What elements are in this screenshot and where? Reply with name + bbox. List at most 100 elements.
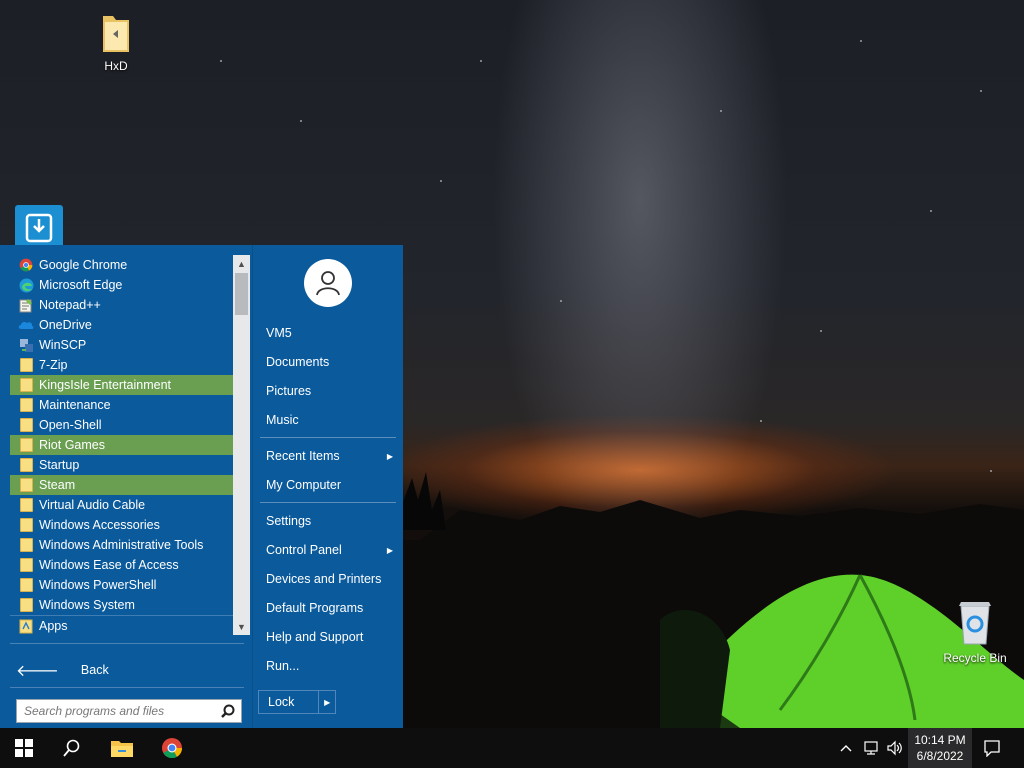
desktop-icon-label: HxD xyxy=(104,59,128,73)
menu-item-my-computer[interactable]: My Computer xyxy=(258,473,398,497)
program-item-winscp[interactable]: WinSCP xyxy=(10,335,233,355)
program-item-kingsisle-entertainment[interactable]: KingsIsle Entertainment xyxy=(10,375,233,395)
shutdown-options-button[interactable]: ▶ xyxy=(318,691,335,713)
star xyxy=(300,120,302,122)
menu-item-recent-items[interactable]: Recent Items ▶ xyxy=(258,444,398,468)
menu-item-documents[interactable]: Documents xyxy=(258,350,398,374)
speaker-icon xyxy=(887,740,902,756)
clock[interactable]: 10:14 PM 6/8/2022 xyxy=(908,728,972,768)
star xyxy=(220,60,222,62)
submenu-arrow-icon: ▶ xyxy=(386,451,393,461)
menu-item-label: Pictures xyxy=(266,384,312,398)
program-label: Notepad++ xyxy=(39,298,101,312)
submenu-arrow-icon: ▶ xyxy=(386,545,393,555)
chrome-icon xyxy=(18,257,34,273)
desktop-icon-recycle-bin[interactable]: Recycle Bin xyxy=(937,600,1013,665)
menu-item-label: My Computer xyxy=(266,478,342,492)
taskbar-file-explorer[interactable] xyxy=(98,728,146,768)
menu-item-run[interactable]: Run... xyxy=(258,654,398,678)
menu-item-help-and-support[interactable]: Help and Support xyxy=(258,625,398,649)
start-menu: Google Chrome Microsoft Edge Notepad++ OneD… xyxy=(0,245,403,728)
folder-icon xyxy=(18,417,34,433)
notification-icon xyxy=(984,740,1000,757)
back-button[interactable]: 🡐 Back xyxy=(16,660,109,680)
search-input[interactable] xyxy=(24,704,210,718)
scroll-down-button[interactable]: ▼ xyxy=(233,618,250,635)
program-label: Startup xyxy=(39,458,80,472)
menu-item-devices-and-printers[interactable]: Devices and Printers xyxy=(258,567,398,591)
download-app-icon[interactable] xyxy=(15,205,63,247)
program-item-windows-administrative-tools[interactable]: Windows Administrative Tools xyxy=(10,535,233,555)
program-item-open-shell[interactable]: Open-Shell xyxy=(10,415,233,435)
program-item-startup[interactable]: Startup xyxy=(10,455,233,475)
network-icon xyxy=(864,741,878,755)
program-label: Maintenance xyxy=(39,398,111,412)
program-label: Windows Administrative Tools xyxy=(39,538,204,552)
program-item-google-chrome[interactable]: Google Chrome xyxy=(10,255,233,275)
back-label: Back xyxy=(80,663,109,677)
menu-item-settings[interactable]: Settings xyxy=(258,509,398,533)
apps-folder-icon xyxy=(18,618,34,634)
star xyxy=(930,210,932,212)
program-item-microsoft-edge[interactable]: Microsoft Edge xyxy=(10,275,233,295)
program-label: Microsoft Edge xyxy=(39,278,123,292)
program-label: Steam xyxy=(39,478,76,492)
notepad-plus-plus-icon xyxy=(18,297,34,313)
menu-item-label: Documents xyxy=(266,355,330,369)
search-icon xyxy=(63,739,80,757)
menu-item-pictures[interactable]: Pictures xyxy=(258,379,398,403)
folder-icon xyxy=(18,597,34,613)
program-item-windows-accessories[interactable]: Windows Accessories xyxy=(10,515,233,535)
scroll-thumb[interactable] xyxy=(235,273,248,315)
user-icon xyxy=(316,271,340,296)
menu-item-control-panel[interactable]: Control Panel ▶ xyxy=(258,538,398,562)
program-item-steam[interactable]: Steam xyxy=(10,475,233,495)
program-item-windows-ease-of-access[interactable]: Windows Ease of Access xyxy=(10,555,233,575)
volume-button[interactable] xyxy=(884,728,906,768)
download-icon xyxy=(25,213,53,243)
show-hidden-icons-button[interactable] xyxy=(836,728,856,768)
user-avatar[interactable] xyxy=(304,259,352,307)
menu-item-label: Music xyxy=(266,413,299,427)
program-label: Riot Games xyxy=(39,438,105,452)
taskbar-chrome[interactable] xyxy=(148,728,196,768)
menu-item-label: Default Programs xyxy=(266,601,364,615)
lock-button[interactable]: Lock ▶ xyxy=(258,690,336,714)
program-label: 7-Zip xyxy=(39,358,68,372)
desktop-icon-hxd[interactable]: HxD xyxy=(78,10,154,73)
program-item-riot-games[interactable]: Riot Games xyxy=(10,435,233,455)
start-button[interactable] xyxy=(0,728,48,768)
user-name-item[interactable]: VM5 xyxy=(258,321,398,345)
program-label: Windows Accessories xyxy=(39,518,160,532)
search-icon[interactable] xyxy=(221,704,235,718)
separator xyxy=(10,687,244,688)
program-item-maintenance[interactable]: Maintenance xyxy=(10,395,233,415)
folder-icon xyxy=(18,397,34,413)
notifications-button[interactable] xyxy=(976,728,1008,768)
menu-item-music[interactable]: Music xyxy=(258,408,398,432)
program-item-notepad[interactable]: Notepad++ xyxy=(10,295,233,315)
program-item-windows-powershell[interactable]: Windows PowerShell xyxy=(10,575,233,595)
program-item-virtual-audio-cable[interactable]: Virtual Audio Cable xyxy=(10,495,233,515)
menu-item-label: Recent Items xyxy=(266,449,340,463)
winscp-icon xyxy=(18,337,34,353)
program-item-onedrive[interactable]: OneDrive xyxy=(10,315,233,335)
star xyxy=(980,90,982,92)
program-item-apps[interactable]: Apps xyxy=(10,615,233,636)
program-label: Windows System xyxy=(39,598,135,612)
desktop-icon-label: Recycle Bin xyxy=(943,651,1007,665)
menu-item-default-programs[interactable]: Default Programs xyxy=(258,596,398,620)
star xyxy=(480,60,482,62)
network-button[interactable] xyxy=(860,728,882,768)
edge-icon xyxy=(18,277,34,293)
program-item-windows-system[interactable]: Windows System xyxy=(10,595,233,615)
programs-scrollbar[interactable]: ▲ ▼ xyxy=(233,255,250,635)
back-arrow-icon: 🡐 xyxy=(16,662,59,680)
chevron-up-icon xyxy=(840,745,852,752)
scroll-up-button[interactable]: ▲ xyxy=(233,255,250,272)
program-item-7-zip[interactable]: 7-Zip xyxy=(10,355,233,375)
search-box[interactable] xyxy=(16,699,242,723)
taskbar-search-button[interactable] xyxy=(48,728,96,768)
programs-list: Google Chrome Microsoft Edge Notepad++ OneD… xyxy=(10,255,233,635)
program-label: WinSCP xyxy=(39,338,87,352)
